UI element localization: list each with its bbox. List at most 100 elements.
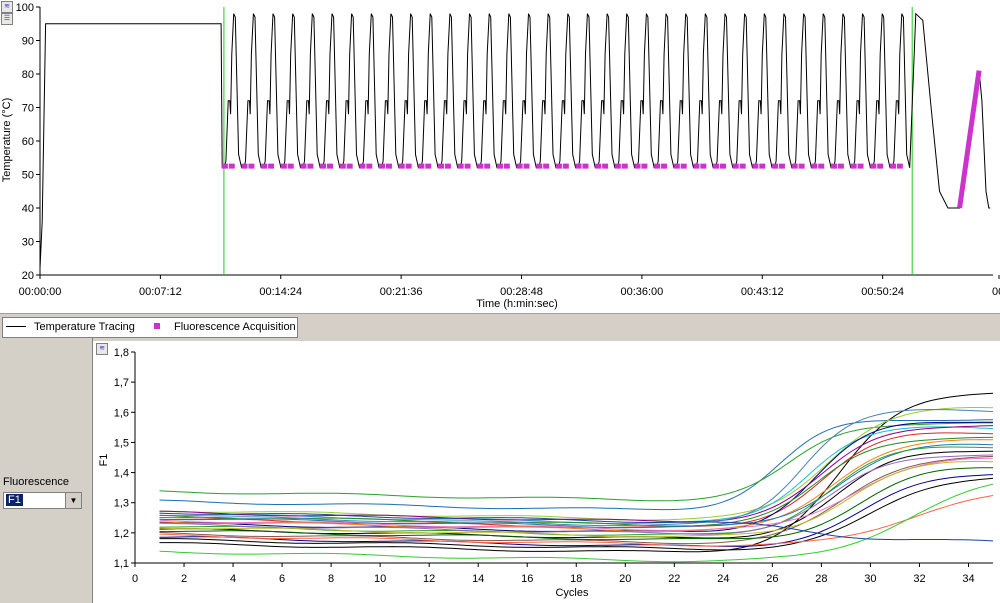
temperature-x-tick-label: 00:07:12: [139, 286, 182, 298]
acquisition-marker: [241, 163, 248, 169]
acquisition-marker: [791, 163, 798, 169]
amplification-x-tick-label: 16: [521, 573, 533, 585]
acquisition-marker: [268, 163, 275, 169]
temperature-x-tick-label: 00:50:24: [861, 286, 904, 298]
acquisition-marker: [477, 163, 484, 169]
acquisition-marker: [700, 163, 707, 169]
amplification-x-tick-label: 10: [374, 573, 386, 585]
temperature-y-tick-label: 90: [22, 36, 34, 48]
acquisition-marker: [772, 163, 779, 169]
amplification-x-tick-label: 0: [132, 573, 138, 585]
acquisition-marker: [228, 163, 235, 169]
temperature-x-tick-label: 00:57: [992, 286, 1000, 298]
acquisition-marker: [555, 163, 562, 169]
melt-acquisition-ramp: [957, 70, 982, 209]
acquisition-marker: [280, 163, 287, 169]
amplification-x-axis-label: Cycles: [555, 587, 589, 599]
acquisition-marker: [457, 163, 464, 169]
acquisition-marker: [870, 163, 877, 169]
amplification-y-tick-label: 1,2: [114, 528, 129, 540]
amplification-y-tick-label: 1,5: [114, 437, 129, 449]
acquisition-marker: [464, 163, 471, 169]
acquisition-marker: [857, 163, 864, 169]
acquisition-marker: [346, 163, 353, 169]
acquisition-marker: [752, 163, 759, 169]
acquisition-marker: [634, 163, 641, 169]
acquisition-marker: [320, 163, 327, 169]
amplification-x-tick-label: 34: [962, 573, 974, 585]
acquisition-marker: [543, 163, 550, 169]
acquisition-marker: [425, 163, 432, 169]
temperature-x-tick-label: 00:00:00: [19, 286, 62, 298]
temperature-y-tick-label: 20: [22, 270, 34, 282]
temperature-x-tick-label: 00:21:36: [380, 286, 423, 298]
temperature-tracing-swatch: [6, 326, 26, 327]
acquisition-marker: [339, 163, 346, 169]
acquisition-marker: [778, 163, 785, 169]
acquisition-marker: [621, 163, 628, 169]
amplification-curve: [159, 436, 993, 527]
temperature-y-axis-label: Temperature (°C): [1, 98, 13, 182]
temperature-y-tick-label: 100: [16, 2, 34, 14]
acquisition-marker: [366, 163, 373, 169]
temperature-y-tick-label: 30: [22, 237, 34, 249]
amplification-y-tick-label: 1,7: [114, 377, 129, 389]
temperature-y-tick-label: 70: [22, 103, 34, 115]
amplification-curve: [159, 426, 994, 525]
temperature-x-tick-label: 00:28:48: [500, 286, 543, 298]
acquisition-marker: [287, 163, 294, 169]
acquisition-marker: [261, 163, 268, 169]
acquisition-marker: [516, 163, 523, 169]
acquisition-marker: [673, 163, 680, 169]
temperature-x-tick-label: 00:43:12: [741, 286, 784, 298]
amplification-x-tick-label: 24: [717, 573, 729, 585]
amplification-y-tick-label: 1,3: [114, 498, 129, 510]
acquisition-marker: [503, 163, 510, 169]
amplification-x-tick-label: 22: [668, 573, 680, 585]
temperature-y-tick-label: 60: [22, 136, 34, 148]
acquisition-marker: [850, 163, 857, 169]
acquisition-marker: [877, 163, 884, 169]
amplification-x-tick-label: 18: [570, 573, 582, 585]
acquisition-marker: [536, 163, 543, 169]
temperature-y-tick-label: 80: [22, 69, 34, 81]
amplification-x-tick-label: 30: [864, 573, 876, 585]
acquisition-marker: [444, 163, 451, 169]
amplification-x-tick-label: 4: [230, 573, 236, 585]
acquisition-marker: [327, 163, 334, 169]
amplification-x-tick-label: 2: [181, 573, 187, 585]
amplification-chart: 1,11,21,31,41,51,61,71,80 2 4 6 8 10 12 14 16 18 2…: [98, 347, 994, 599]
acquisition-marker: [398, 163, 405, 169]
acquisition-marker: [818, 163, 825, 169]
acquisition-marker: [641, 163, 648, 169]
amplification-y-tick-label: 1,6: [114, 407, 129, 419]
acquisition-marker: [614, 163, 621, 169]
acquisition-marker: [359, 163, 366, 169]
temperature-y-tick-label: 50: [22, 170, 34, 182]
amplification-x-tick-label: 32: [913, 573, 925, 585]
chart-legend: Temperature Tracing Fluorescence Acquisi…: [2, 317, 298, 338]
temperature-x-tick-label: 00:36:00: [620, 286, 663, 298]
acquisition-marker: [831, 163, 838, 169]
amplification-curve: [159, 455, 994, 545]
chart-menu-icon[interactable]: ☰: [1, 13, 13, 25]
chart-options-icon[interactable]: ≋: [1, 1, 13, 13]
temperature-y-tick-label: 40: [22, 203, 34, 215]
legend-strip: Temperature Tracing Fluorescence Acquisi…: [0, 313, 1000, 339]
acquisition-marker: [739, 163, 746, 169]
amplification-x-tick-label: 14: [472, 573, 484, 585]
legend-fluorescence-acquisition: Fluorescence Acquisition: [174, 321, 296, 333]
acquisition-marker: [496, 163, 503, 169]
amplification-y-tick-label: 1,1: [114, 558, 129, 570]
temperature-x-tick-label: 00:14:24: [259, 286, 302, 298]
acquisition-marker: [595, 163, 602, 169]
temperature-trace: [39, 12, 991, 269]
acquisition-marker: [418, 163, 425, 169]
acquisition-marker: [248, 163, 255, 169]
acquisition-marker: [562, 163, 569, 169]
acquisition-marker: [811, 163, 818, 169]
legend-temperature-tracing: Temperature Tracing: [34, 321, 135, 333]
fluorescence-acquisition-swatch: [154, 323, 160, 329]
temperature-chart-pane: ≋ ☰ 20 30 40 50 60 70 80 90 100 00:00:00 00:07:12 0…: [0, 0, 1000, 313]
acquisition-marker: [732, 163, 739, 169]
